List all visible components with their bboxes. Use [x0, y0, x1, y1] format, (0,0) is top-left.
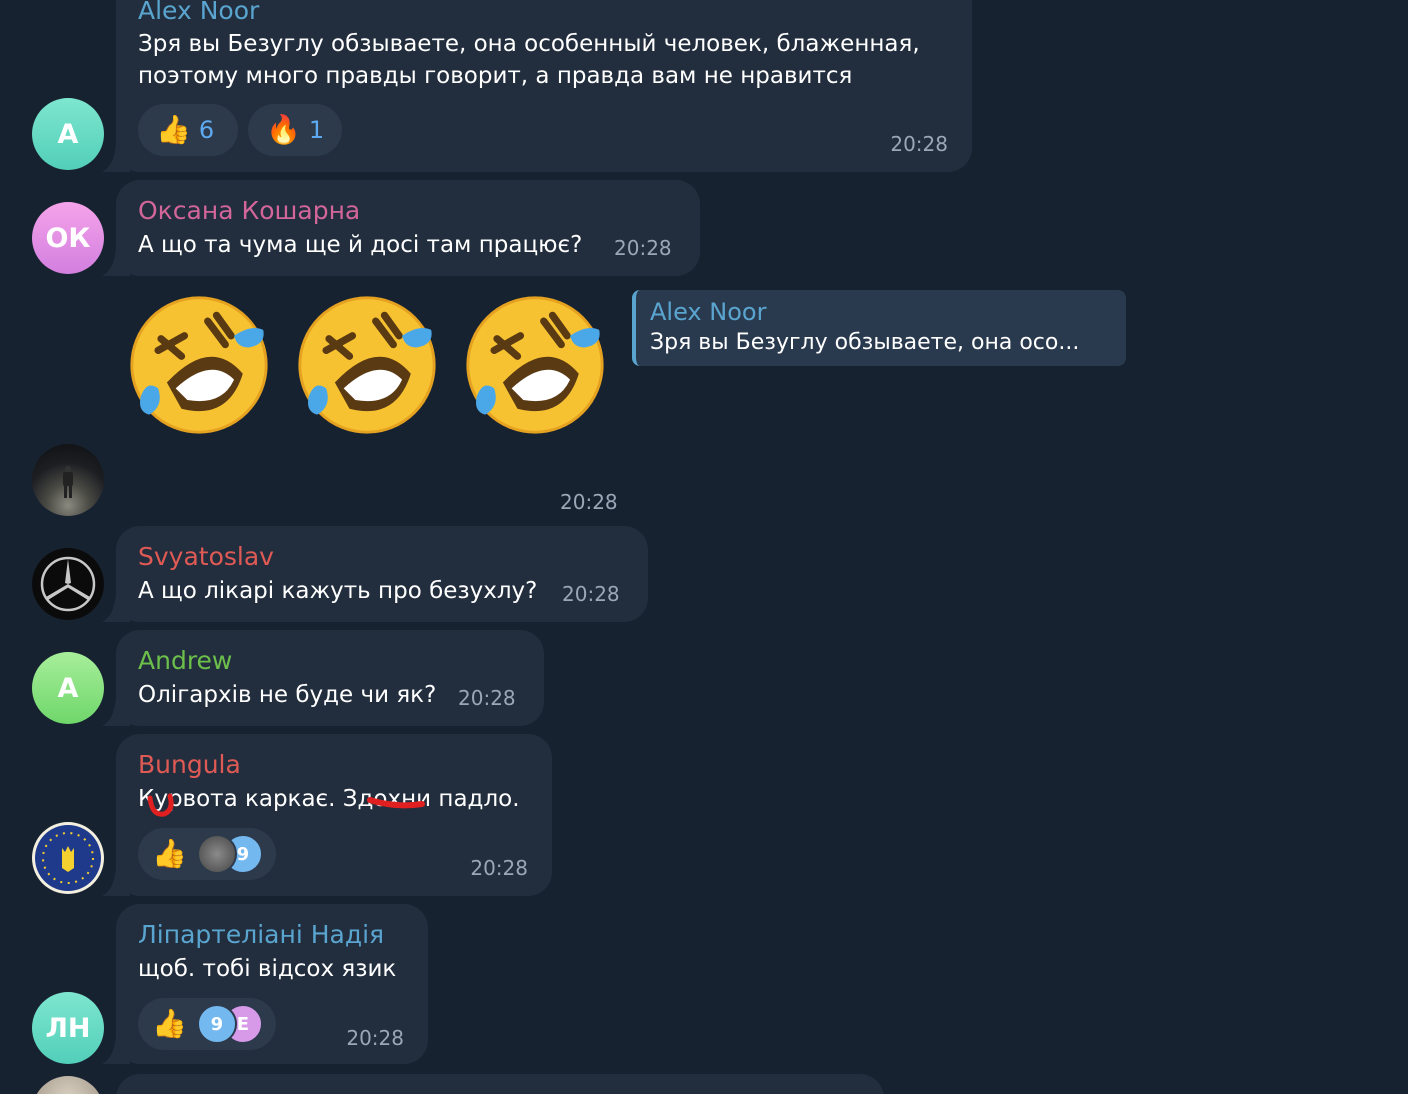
avatar[interactable]: ОК	[32, 202, 104, 274]
fire-icon: 🔥	[266, 113, 301, 146]
message-text: щоб. тобі відсох язик	[138, 956, 397, 982]
message-time: 20:28	[562, 582, 620, 606]
message-bubble[interactable]: Svyatoslav А що лікарі кажуть про безухл…	[116, 526, 648, 622]
night-photo-avatar[interactable]	[32, 444, 104, 516]
avatar-partial[interactable]	[32, 1076, 104, 1094]
message-time: 20:28	[890, 132, 948, 156]
reaction-fire[interactable]: 🔥 1	[248, 104, 342, 156]
message-bubble[interactable]: Ліпартеліані Надія щоб. тобі відсох язик…	[116, 904, 428, 1064]
message-bubble-partial[interactable]	[116, 1074, 884, 1094]
message-bubble[interactable]: Оксана Кошарна А що та чума ще й досі та…	[116, 180, 700, 276]
reaction-thumbs-up[interactable]: 👍 9	[138, 828, 276, 880]
message-time: 20:28	[346, 1026, 404, 1050]
avatar[interactable]: A	[32, 98, 104, 170]
person-silhouette-icon	[63, 466, 73, 498]
reply-sender: Alex Noor	[650, 298, 767, 326]
laughing-emoji-sticker[interactable]	[126, 292, 272, 438]
message-time: 20:28	[458, 686, 516, 710]
message-bubble[interactable]: Andrew Олігархів не буде чи як? 20:28	[116, 630, 544, 726]
reaction-thumbs-up[interactable]: 👍 6	[138, 104, 238, 156]
redaction-mark	[367, 797, 425, 809]
message-bubble[interactable]: Bungula Курвота каркає. Здохни падло. 👍 …	[116, 734, 552, 896]
reaction-thumbs-up[interactable]: 👍 9 E	[138, 998, 276, 1050]
laughing-emoji-sticker[interactable]	[294, 292, 440, 438]
reply-text: Зря вы Безуглу обзываете, она осо...	[650, 330, 1080, 355]
message-bubble[interactable]: Alex Noor Зря вы Безуглу обзываете, она …	[116, 0, 972, 172]
message-text: Зря вы Безуглу обзываете, она особенный …	[138, 31, 920, 57]
reactor-avatar: 9	[196, 1004, 237, 1044]
ukraine-eu-emblem-avatar[interactable]	[32, 822, 104, 894]
avatar[interactable]: A	[32, 652, 104, 724]
thumbs-up-icon: 👍	[152, 1007, 187, 1040]
sender-name[interactable]: Alex Noor	[138, 0, 259, 25]
sender-name[interactable]: Ліпартеліані Надія	[138, 920, 384, 949]
reaction-count: 6	[198, 116, 215, 144]
mercedes-star-icon	[40, 556, 96, 612]
avatar[interactable]: ЛН	[32, 992, 104, 1064]
sender-name[interactable]: Оксана Кошарна	[138, 196, 360, 225]
thumbs-up-icon: 👍	[152, 837, 187, 870]
reactor-avatar-blurred	[196, 834, 237, 874]
message-text: А що лікарі кажуть про безухлу?	[138, 578, 538, 604]
ukraine-emblem-icon	[35, 825, 101, 891]
message-text: А що та чума ще й досі там працює?	[138, 232, 583, 258]
message-text: Курвота каркає. Здохни падло.	[138, 786, 520, 812]
message-time: 20:28	[614, 236, 672, 260]
message-time: 20:28	[470, 856, 528, 880]
reply-preview[interactable]: Alex Noor Зря вы Безуглу обзываете, она …	[632, 290, 1126, 366]
message-text: Олігархів не буде чи як?	[138, 682, 437, 708]
thumbs-up-icon: 👍	[156, 113, 191, 146]
redaction-mark	[147, 793, 174, 817]
message-text: поэтому много правды говорит, а правда в…	[138, 63, 853, 89]
laughing-emoji-sticker[interactable]	[462, 292, 608, 438]
sender-name[interactable]: Andrew	[138, 646, 232, 675]
sender-name[interactable]: Svyatoslav	[138, 542, 274, 571]
mercedes-logo-avatar[interactable]	[32, 548, 104, 620]
reaction-count: 1	[308, 116, 325, 144]
message-time: 20:28	[560, 490, 618, 514]
sender-name[interactable]: Bungula	[138, 750, 241, 779]
